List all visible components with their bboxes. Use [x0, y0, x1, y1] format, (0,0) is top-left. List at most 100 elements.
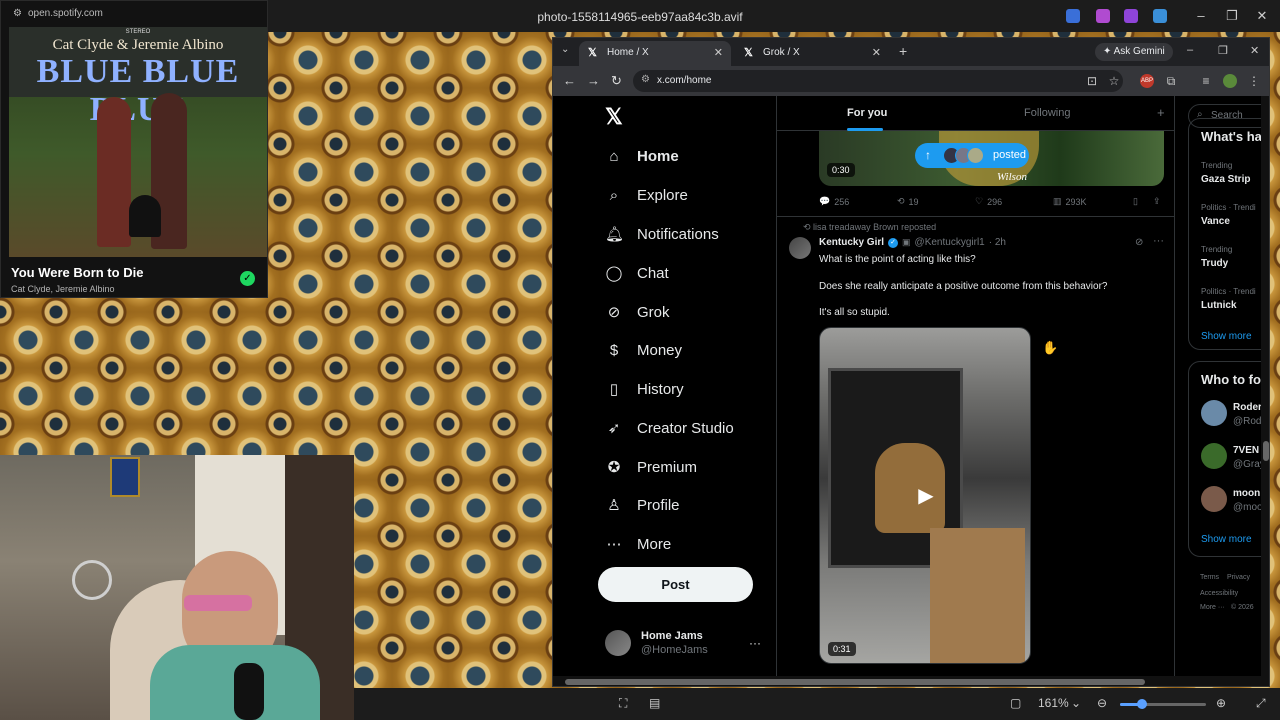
- scrollbar-thumb[interactable]: [1263, 441, 1269, 461]
- info-icon[interactable]: ▤: [649, 696, 660, 710]
- vertical-scrollbar[interactable]: [1261, 96, 1269, 676]
- nav-item-chat[interactable]: ◯ Chat: [605, 261, 669, 285]
- album-art[interactable]: STEREO Cat Clyde & Jeremie Albino BLUE B…: [9, 27, 267, 257]
- saved-check-icon[interactable]: ✓: [240, 271, 255, 286]
- trend-name[interactable]: Lutnick: [1201, 300, 1237, 311]
- footer-link[interactable]: More ···: [1200, 604, 1225, 611]
- maximize-icon[interactable]: ❐: [1222, 8, 1242, 24]
- scrollbar-thumb[interactable]: [565, 679, 1145, 685]
- footer-link[interactable]: Privacy: [1227, 574, 1250, 581]
- trend-name[interactable]: Gaza Strip: [1201, 174, 1250, 185]
- views-button[interactable]: ▥ 293K: [1053, 196, 1087, 207]
- tab-following[interactable]: Following: [1024, 107, 1070, 119]
- zoom-slider-thumb[interactable]: [1136, 699, 1147, 709]
- song-artists[interactable]: Cat Clyde, Jeremie Albino: [11, 284, 115, 294]
- site-settings-icon[interactable]: ⚙: [13, 8, 22, 19]
- horizontal-scrollbar[interactable]: [553, 676, 1269, 686]
- repost-button[interactable]: ⟲ 19: [897, 196, 919, 207]
- fit-icon[interactable]: ⛶: [619, 696, 627, 711]
- more-horizontal-icon[interactable]: ···: [749, 636, 761, 650]
- tray-app-icon[interactable]: [1096, 9, 1110, 23]
- minimize-icon[interactable]: –: [1191, 8, 1211, 23]
- more-horizontal-icon[interactable]: ···: [1153, 235, 1164, 247]
- avatar[interactable]: [1201, 443, 1227, 469]
- nav-item-money[interactable]: $ Money: [605, 338, 682, 362]
- add-feed-icon[interactable]: +: [1157, 105, 1165, 120]
- nav-item-grok[interactable]: ⊘ Grok: [605, 300, 670, 324]
- menu-kebab-icon[interactable]: ⋮: [1247, 74, 1261, 88]
- actual-size-icon[interactable]: ▢: [1010, 696, 1021, 710]
- close-icon[interactable]: ✕: [1252, 8, 1272, 24]
- new-posts-pill[interactable]: ↑ posted: [915, 143, 1029, 168]
- tweet-time[interactable]: · 2h: [989, 237, 1006, 248]
- nav-item-notifications[interactable]: 🔔︎ Notifications: [605, 222, 719, 246]
- site-info-icon[interactable]: ⚙: [641, 74, 650, 85]
- reply-button[interactable]: 💬 256: [819, 196, 849, 207]
- who-name[interactable]: 7VEN: [1233, 445, 1259, 456]
- zoom-in-icon[interactable]: ⊕: [1216, 696, 1226, 710]
- tab-search-icon[interactable]: ⌄: [561, 44, 569, 55]
- show-more-link[interactable]: Show more: [1201, 534, 1252, 545]
- extensions-icon[interactable]: ⧉: [1164, 74, 1178, 88]
- forward-icon[interactable]: →: [587, 73, 600, 88]
- footer-link[interactable]: Accessibility: [1200, 590, 1238, 597]
- back-icon[interactable]: ←: [563, 73, 576, 88]
- minimize-icon[interactable]: –: [1187, 44, 1193, 56]
- nav-item-creator-studio[interactable]: ➶ Creator Studio: [605, 416, 734, 440]
- media-controls-icon[interactable]: ≡: [1199, 74, 1213, 88]
- expand-icon[interactable]: ⤢: [1256, 696, 1266, 711]
- close-icon[interactable]: ✕: [1250, 44, 1259, 57]
- share-icon[interactable]: ⇪: [1153, 196, 1161, 207]
- trend-name[interactable]: Trudy: [1201, 258, 1228, 269]
- nav-item-explore[interactable]: ⌕ Explore: [605, 183, 688, 207]
- post-button[interactable]: Post: [598, 567, 753, 602]
- search-input[interactable]: ⌕ Search: [1188, 104, 1269, 128]
- reload-icon[interactable]: ↻: [611, 73, 622, 89]
- close-icon[interactable]: ✕: [872, 46, 881, 59]
- tray-app-icon[interactable]: [1124, 9, 1138, 23]
- who-name[interactable]: moon: [1233, 488, 1260, 499]
- nav-item-more[interactable]: ⋯ More: [605, 532, 672, 556]
- trend-meta: Politics · Trendi: [1201, 287, 1256, 296]
- tweet-author-handle[interactable]: @Kentuckygirl1: [915, 237, 985, 248]
- tab-home[interactable]: 𝕏 Home / X ✕: [579, 41, 731, 66]
- tab-for-you[interactable]: For you: [847, 107, 887, 119]
- tray-app-icon[interactable]: [1066, 9, 1080, 23]
- like-button[interactable]: ♡ 296: [975, 196, 1002, 207]
- avatar[interactable]: [1201, 400, 1227, 426]
- tray-app-icon[interactable]: [1153, 9, 1167, 23]
- close-icon[interactable]: ✕: [714, 46, 723, 59]
- tweet-author-name[interactable]: Kentucky Girl: [819, 237, 884, 248]
- footer-link[interactable]: Terms: [1200, 574, 1219, 581]
- adblock-icon[interactable]: ABP: [1140, 74, 1154, 88]
- install-app-icon[interactable]: ⊡: [1085, 74, 1099, 88]
- repost-attribution-text[interactable]: lisa treadaway Brown reposted: [813, 222, 936, 232]
- who-name[interactable]: Roder: [1233, 402, 1262, 413]
- zoom-slider[interactable]: [1120, 699, 1206, 709]
- star-icon[interactable]: ☆: [1107, 74, 1121, 88]
- zoom-level[interactable]: 161%: [1038, 696, 1069, 710]
- zoom-out-icon[interactable]: ⊖: [1097, 696, 1107, 710]
- ask-gemini-button[interactable]: ✦ Ask Gemini: [1095, 43, 1173, 61]
- profile-avatar[interactable]: [1223, 74, 1237, 88]
- nav-item-premium[interactable]: ✪ Premium: [605, 455, 697, 479]
- song-title[interactable]: You Were Born to Die: [11, 265, 143, 280]
- avatar[interactable]: [789, 237, 811, 259]
- play-icon[interactable]: ▶: [912, 482, 940, 510]
- account-switcher[interactable]: Home Jams @HomeJams: [605, 628, 765, 658]
- avatar[interactable]: [1201, 486, 1227, 512]
- chevron-down-icon[interactable]: ⌄: [1071, 696, 1081, 710]
- show-more-link[interactable]: Show more: [1201, 331, 1252, 342]
- grok-icon[interactable]: ⊘: [1135, 237, 1143, 248]
- nav-item-history[interactable]: ▯ History: [605, 377, 684, 401]
- tweet-video[interactable]: ▶ 0:31: [819, 327, 1031, 664]
- nav-item-profile[interactable]: ♙ Profile: [605, 493, 679, 517]
- tab-grok[interactable]: 𝕏 Grok / X ✕: [735, 41, 889, 66]
- x-logo-icon[interactable]: 𝕏: [605, 104, 623, 130]
- nav-item-home[interactable]: ⌂ Home: [605, 144, 678, 168]
- bookmark-icon[interactable]: ▯: [1133, 196, 1138, 207]
- new-tab-button[interactable]: +: [899, 43, 907, 59]
- trend-name[interactable]: Vance: [1201, 216, 1230, 227]
- address-bar[interactable]: ⚙ x.com/home: [633, 70, 1123, 92]
- maximize-icon[interactable]: ❐: [1218, 44, 1228, 57]
